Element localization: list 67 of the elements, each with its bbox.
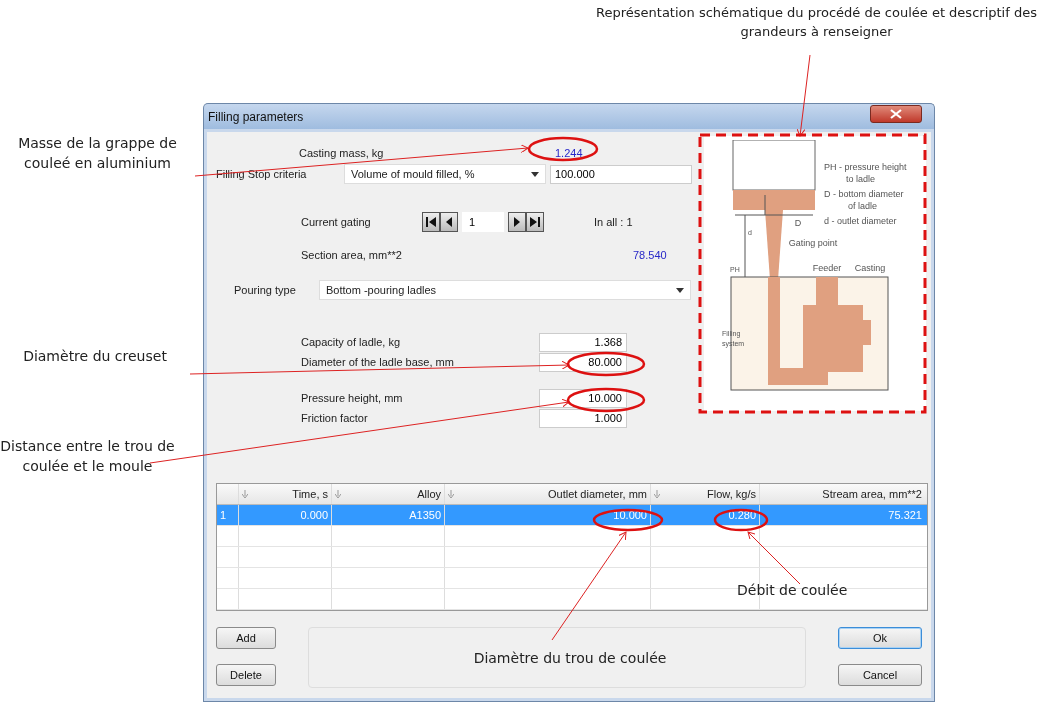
previous-button[interactable]: [440, 212, 458, 232]
diagram-label: D - bottom diameter: [824, 189, 904, 199]
field-label: Pressure height, mm: [301, 392, 404, 404]
diagram-label: Gating point: [788, 238, 838, 248]
column-header[interactable]: Outlet diameter, mm: [445, 484, 651, 504]
gating-number-field[interactable]: 1: [462, 212, 504, 232]
window-title: Filling parameters: [208, 109, 304, 124]
field-label: Friction factor: [301, 412, 369, 424]
highlight-ellipse: [713, 508, 769, 532]
column-header[interactable]: Alloy: [332, 484, 445, 504]
leader-line: [747, 531, 801, 585]
stop-criteria-dropdown[interactable]: Volume of mould filled, %: [344, 164, 546, 184]
stop-value-field[interactable]: 100.000: [550, 164, 692, 184]
number-field[interactable]: 1.000: [539, 408, 627, 428]
annotation-text: Masse de la grappe de couleé en aluminium: [17, 134, 178, 174]
highlight-ellipse: [527, 136, 599, 162]
column-header[interactable]: Stream area, mm**2: [760, 484, 925, 504]
dropdown-arrow-icon: [531, 171, 539, 177]
number-field[interactable]: 1.368: [539, 332, 627, 352]
annotation-text: Représentation schématique du procédé de coulée et descriptif des grandeurs à renseigner: [595, 4, 1038, 41]
first-button[interactable]: [422, 212, 440, 232]
next-icon: [513, 217, 521, 227]
last-icon: [529, 217, 541, 227]
column-header[interactable]: Time, s: [239, 484, 332, 504]
diagram-label: D: [794, 218, 802, 228]
diagram-label: of ladle: [848, 201, 878, 211]
sort-icon: [242, 490, 248, 498]
sort-icon: [448, 490, 454, 498]
field-label: Capacity of ladle, kg: [301, 336, 402, 348]
table-cell: 10.000: [445, 505, 651, 525]
close-icon: [890, 108, 902, 119]
action-button[interactable]: Delete: [216, 664, 276, 686]
first-icon: [425, 217, 437, 227]
section-area-value: 78.540: [633, 249, 667, 261]
pouring-type-label: Pouring type: [234, 284, 297, 296]
dialog-button[interactable]: Cancel: [838, 664, 922, 686]
current-gating-label: Current gating: [301, 216, 372, 228]
annotation-text: Distance entre le trou de coulée et le moule: [0, 437, 175, 477]
casting-mass-value: 1.244: [555, 147, 583, 159]
highlight-ellipse: [592, 508, 664, 532]
pouring-type-dropdown[interactable]: Bottom -pouring ladles: [319, 280, 691, 300]
section-area-label: Section area, mm**2: [301, 249, 403, 261]
table-cell-text: 75.321: [887, 508, 923, 523]
last-button[interactable]: [526, 212, 544, 232]
row-number: 1: [217, 505, 239, 525]
casting-mass-label: Casting mass, kg: [299, 147, 385, 159]
previous-icon: [445, 217, 453, 227]
next-button[interactable]: [508, 212, 526, 232]
action-button[interactable]: Add: [216, 627, 276, 649]
annotation-text: Diamètre du creuset: [22, 347, 168, 366]
annotation-text: Débit de coulée: [737, 581, 849, 600]
diagram-label: Feeder: [812, 263, 842, 273]
diagram-label: PH - pressure height: [824, 162, 907, 172]
diagram-label: Casting: [854, 263, 886, 273]
dropdown-arrow-icon: [676, 287, 684, 293]
dialog-button[interactable]: Ok: [838, 627, 922, 649]
diagram-label: d - outlet diameter: [824, 216, 897, 226]
gating-total-text: In all : 1: [594, 216, 633, 228]
column-header[interactable]: Flow, kg/s: [651, 484, 760, 504]
sort-icon: [654, 490, 660, 498]
table-cell: A1350: [332, 505, 445, 525]
annotation-text: Diamètre du trou de coulée: [472, 649, 668, 668]
diagram-label: to ladle: [846, 174, 876, 184]
close-button[interactable]: [870, 104, 922, 123]
field-label: Diameter of the ladle base, mm: [301, 356, 455, 368]
table-cell: 0.000: [239, 505, 332, 525]
sort-icon: [335, 490, 341, 498]
